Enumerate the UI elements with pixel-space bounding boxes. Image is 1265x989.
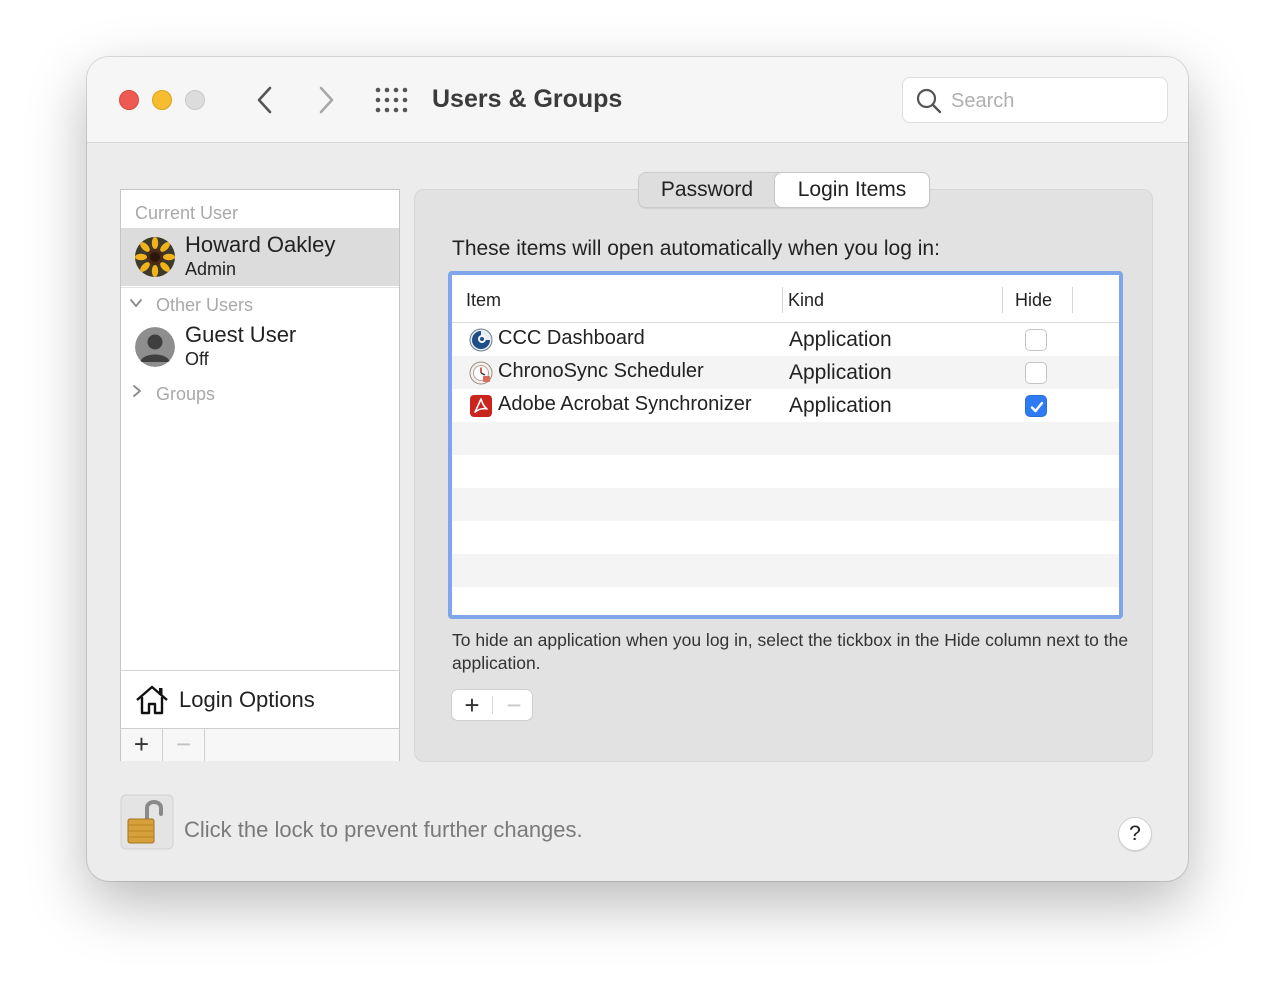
groups-label: Groups bbox=[156, 384, 216, 404]
add-login-item-button[interactable]: + bbox=[452, 690, 492, 720]
chevron-right-icon bbox=[319, 86, 334, 114]
user-row-guest-user[interactable]: Guest User Off bbox=[121, 318, 399, 376]
hide-checkbox-checked[interactable] bbox=[1025, 395, 1047, 417]
tab-password[interactable]: Password bbox=[639, 173, 775, 207]
item-name: CCC Dashboard bbox=[498, 327, 645, 349]
chronosync-icon bbox=[469, 361, 493, 385]
column-header-hide[interactable]: Hide bbox=[1015, 290, 1052, 311]
other-users-disclosure[interactable] bbox=[129, 296, 143, 314]
guest-avatar-icon bbox=[135, 327, 175, 367]
ccc-dashboard-icon bbox=[469, 328, 493, 352]
back-button[interactable] bbox=[250, 82, 280, 118]
current-user-label: Current User bbox=[135, 203, 239, 223]
table-row[interactable]: Adobe Acrobat Synchronizer Application bbox=[452, 389, 1119, 422]
login-options-label: Login Options bbox=[179, 687, 315, 712]
column-separator bbox=[1072, 287, 1073, 313]
forward-button[interactable] bbox=[311, 82, 341, 118]
hide-checkbox[interactable] bbox=[1025, 329, 1047, 351]
item-name: ChronoSync Scheduler bbox=[498, 360, 704, 382]
house-icon bbox=[136, 685, 168, 715]
hide-checkbox[interactable] bbox=[1025, 362, 1047, 384]
empty-row bbox=[452, 521, 1119, 554]
titlebar: Users & Groups bbox=[87, 57, 1188, 143]
item-name: Adobe Acrobat Synchronizer bbox=[498, 393, 752, 415]
groups-disclosure[interactable] bbox=[130, 384, 144, 402]
tab-bar: Password Login Items bbox=[638, 172, 930, 208]
empty-row bbox=[452, 587, 1119, 615]
close-button[interactable] bbox=[119, 90, 139, 110]
table-row[interactable]: ChronoSync Scheduler Application bbox=[452, 356, 1119, 389]
checkmark-icon bbox=[1030, 401, 1044, 413]
user-name: Howard Oakley bbox=[185, 232, 336, 257]
chevron-down-icon bbox=[130, 299, 142, 307]
search-input[interactable] bbox=[951, 86, 1151, 116]
remove-user-button[interactable]: − bbox=[163, 729, 205, 761]
chevron-left-icon bbox=[257, 86, 272, 114]
empty-row bbox=[452, 422, 1119, 455]
sidebar-button-bar: + − bbox=[121, 728, 399, 761]
help-button[interactable]: ? bbox=[1118, 817, 1152, 851]
empty-row bbox=[452, 455, 1119, 488]
unlocked-padlock-icon bbox=[120, 794, 174, 850]
user-row-howard-oakley[interactable]: Howard Oakley Admin bbox=[121, 228, 399, 286]
tab-login-items[interactable]: Login Items bbox=[775, 173, 929, 207]
user-status: Off bbox=[185, 349, 209, 369]
lock-status-text: Click the lock to prevent further change… bbox=[184, 817, 583, 842]
item-kind: Application bbox=[789, 394, 892, 417]
sunflower-avatar-icon bbox=[135, 237, 175, 277]
column-separator bbox=[1002, 287, 1003, 313]
lock-button[interactable] bbox=[120, 794, 174, 850]
table-header: Item Kind Hide bbox=[452, 275, 1119, 323]
user-role: Admin bbox=[185, 259, 237, 279]
login-items-table[interactable]: Item Kind Hide CCC Dashboard Application bbox=[448, 271, 1123, 619]
other-users-label: Other Users bbox=[156, 295, 254, 315]
item-kind: Application bbox=[789, 361, 892, 384]
grid-icon bbox=[375, 87, 408, 113]
column-header-item[interactable]: Item bbox=[466, 290, 501, 311]
users-groups-window: Users & Groups Current User bbox=[87, 57, 1188, 881]
minimize-button[interactable] bbox=[152, 90, 172, 110]
item-kind: Application bbox=[789, 328, 892, 351]
user-name: Guest User bbox=[185, 322, 297, 347]
chevron-right-icon bbox=[133, 385, 141, 397]
login-items-help-text: To hide an application when you log in, … bbox=[452, 630, 1129, 673]
empty-row bbox=[452, 488, 1119, 521]
login-items-intro: These items will open automatically when… bbox=[452, 237, 940, 260]
remove-login-item-button[interactable]: − bbox=[494, 690, 534, 720]
separator bbox=[492, 696, 493, 714]
zoom-button[interactable] bbox=[185, 90, 205, 110]
users-sidebar: Current User Howard Oakley Admin Other U… bbox=[120, 189, 400, 761]
table-row[interactable]: CCC Dashboard Application bbox=[452, 323, 1119, 356]
empty-row bbox=[452, 554, 1119, 587]
show-all-button[interactable] bbox=[375, 86, 409, 114]
column-separator bbox=[782, 287, 783, 313]
login-items-add-remove: + − bbox=[451, 689, 533, 721]
add-user-button[interactable]: + bbox=[121, 729, 163, 761]
column-header-kind[interactable]: Kind bbox=[788, 290, 824, 311]
divider bbox=[121, 287, 399, 288]
search-icon bbox=[916, 88, 942, 114]
search-field[interactable] bbox=[902, 77, 1168, 123]
login-options-row[interactable]: Login Options bbox=[121, 670, 399, 728]
acrobat-icon bbox=[470, 395, 492, 417]
window-title: Users & Groups bbox=[432, 85, 623, 113]
